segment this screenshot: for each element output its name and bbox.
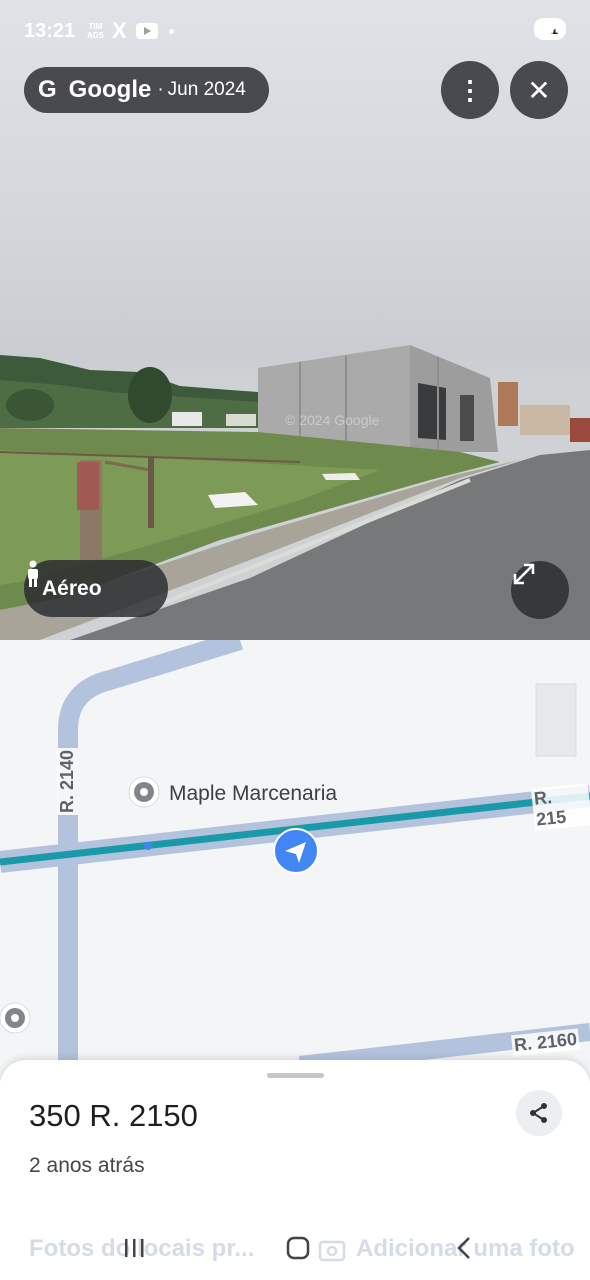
notification-dot-icon [169,29,174,34]
google-brand-label: Google [68,76,152,103]
pegman-icon [28,560,38,587]
road-label-r2140: R. 2140 [57,747,78,815]
screen: © 2024 Google 13:21 TIM ADS X G Google ·… [0,0,590,1280]
status-time: 13:21 [24,20,76,42]
place-bottom-sheet[interactable]: 350 R. 2150 2 anos atrás Fotos do locais… [0,1060,590,1280]
youtube-icon [136,23,158,39]
map-view[interactable]: Maple Marcenaria R. 2140 R. 215 R. 2160 [0,640,590,1080]
more-vert-icon: ⋮ [457,74,483,105]
poi-pin-icon-secondary [0,1002,31,1034]
home-icon[interactable] [286,1236,310,1260]
drag-handle[interactable] [267,1073,324,1078]
status-right-group: 81 [534,18,566,40]
expand-icon [513,563,535,585]
system-nav-bar [0,1232,590,1272]
place-address: 350 R. 2150 [29,1098,198,1133]
x-logo-icon: X [112,18,127,43]
map-canvas [0,640,590,1080]
share-icon [530,1103,547,1123]
signal-icon [535,19,554,37]
road-label-r2150: R. 215 [530,783,590,831]
carrier-label: TIM ADS [87,22,104,40]
expand-button[interactable] [511,561,569,619]
close-button[interactable]: ✕ [510,61,568,119]
status-bar: 13:21 TIM ADS X [0,0,590,64]
aerial-view-label: Aéreo [42,576,102,600]
recent-apps-icon[interactable] [122,1236,146,1260]
back-icon[interactable] [452,1236,476,1260]
current-location-icon [273,828,319,874]
imagery-date: Jun 2024 [167,79,246,100]
street-view-panorama[interactable]: © 2024 Google 13:21 TIM ADS X G Google ·… [0,0,590,640]
aerial-view-button[interactable]: Aéreo [24,560,168,617]
poi-pin-icon [128,776,160,808]
poi-label[interactable]: Maple Marcenaria [169,782,337,806]
separator: · [157,79,164,100]
close-icon: ✕ [527,74,551,106]
more-options-button[interactable]: ⋮ [441,61,499,119]
google-g-icon: G [38,76,57,103]
imagery-age: 2 anos atrás [29,1154,145,1177]
share-button[interactable] [516,1090,562,1136]
imagery-date-chip[interactable]: G Google · Jun 2024 [24,67,269,113]
streetview-watermark: © 2024 Google [285,412,380,428]
